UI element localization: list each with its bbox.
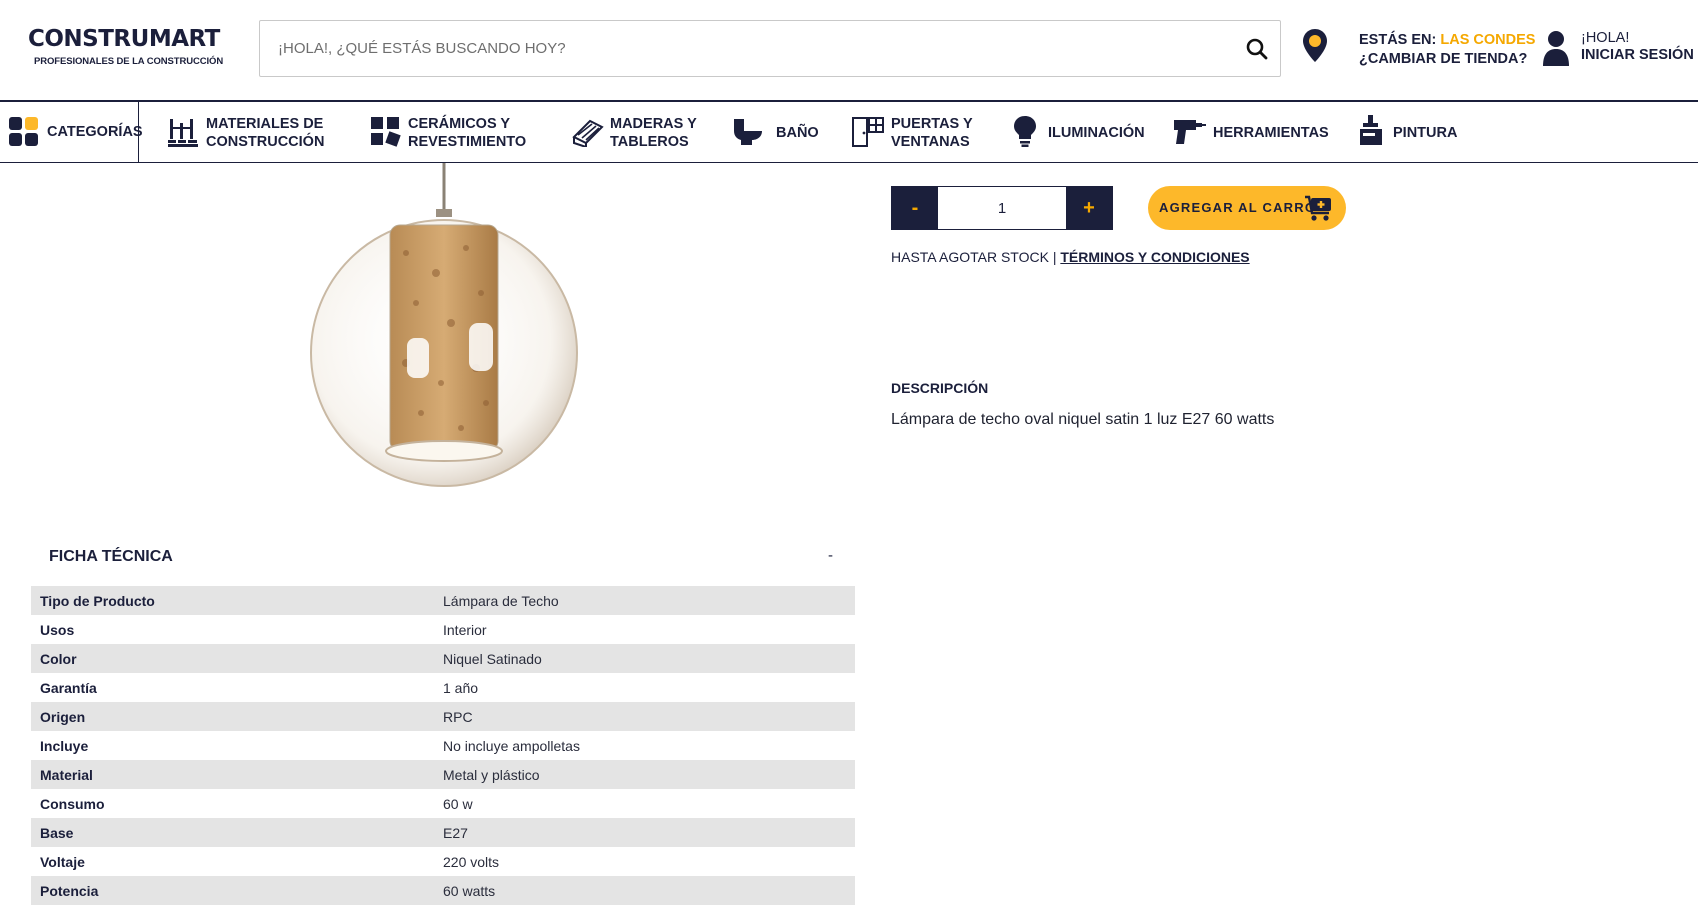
categories-label: CATEGORÍAS — [47, 124, 143, 140]
search-input[interactable] — [278, 21, 1218, 76]
toilet-icon — [734, 119, 762, 145]
spec-value: 220 volts — [443, 854, 500, 870]
spec-key: Voltaje — [40, 854, 85, 870]
table-row: Potencia 60 watts — [31, 876, 855, 905]
logo-tagline: PROFESIONALES DE LA CONSTRUCCIÓN — [34, 56, 224, 67]
description-text: Lámpara de techo oval niquel satin 1 luz… — [891, 411, 1275, 428]
quantity-increase-button[interactable]: + — [1066, 187, 1112, 229]
table-row: Consumo 60 w — [31, 789, 855, 818]
spec-value: 60 watts — [443, 883, 496, 899]
table-row: Origen RPC — [31, 702, 855, 731]
spec-key: Garantía — [40, 680, 97, 696]
spec-key: Material — [40, 767, 93, 783]
search-icon — [1246, 38, 1268, 60]
nav-item-puertas[interactable]: PUERTAS Y VENTANAS — [852, 102, 982, 163]
spec-key: Consumo — [40, 796, 105, 812]
bulb-icon — [1014, 116, 1036, 147]
spec-key: Color — [40, 651, 77, 667]
user-text[interactable]: ¡HOLA! INICIAR SESIÓN — [1581, 30, 1694, 64]
spec-value: RPC — [443, 709, 473, 725]
spec-value: No incluye ampolletas — [443, 738, 580, 754]
spec-key: Usos — [40, 622, 75, 638]
specs-collapse-toggle[interactable]: - — [828, 547, 833, 564]
nav-label: PUERTAS Y VENTANAS — [891, 116, 973, 150]
table-row: Tipo de Producto Lámpara de Techo — [31, 586, 855, 615]
categories-menu-button[interactable]: CATEGORÍAS — [0, 102, 143, 163]
spec-value: 60 w — [443, 796, 473, 812]
search-button[interactable] — [1244, 36, 1270, 62]
search-bar — [259, 20, 1281, 77]
paint-bucket-icon — [1360, 115, 1382, 145]
quantity-decrease-button[interactable]: - — [892, 187, 938, 229]
description-title: DESCRIPCIÓN — [891, 380, 989, 396]
user-account[interactable]: ¡HOLA! INICIAR SESIÓN — [1542, 28, 1698, 72]
spec-key: Tipo de Producto — [40, 593, 155, 609]
table-row: Voltaje 220 volts — [31, 847, 855, 876]
category-nav: CATEGORÍAS MATERIALES DE CONSTRUCCIÓN CER… — [0, 100, 1698, 163]
table-row: Base E27 — [31, 818, 855, 847]
spec-key: Origen — [40, 709, 86, 725]
spec-value: Interior — [443, 622, 487, 638]
product-image[interactable] — [106, 163, 756, 503]
specs-table: Tipo de Producto Lámpara de Techo Usos I… — [31, 586, 855, 905]
login-link[interactable]: INICIAR SESIÓN — [1581, 47, 1694, 63]
table-row: Garantía 1 año — [31, 673, 855, 702]
logo-wordmark: CONSTRUMART — [28, 26, 220, 52]
drill-icon — [1174, 120, 1206, 144]
nav-item-iluminacion[interactable]: ILUMINACIÓN — [1012, 102, 1147, 163]
user-greeting: ¡HOLA! — [1581, 30, 1630, 46]
nav-item-herramientas[interactable]: HERRAMIENTAS — [1172, 102, 1332, 163]
spec-key: Potencia — [40, 883, 99, 899]
nav-item-ceramicos[interactable]: CERÁMICOS Y REVESTIMIENTO — [371, 102, 541, 163]
spec-value: Metal y plástico — [443, 767, 540, 783]
store-prefix: ESTÁS EN: — [1359, 32, 1441, 48]
specs-title: FICHA TÉCNICA — [49, 548, 173, 565]
change-store-link[interactable]: ¿CAMBIAR DE TIENDA? — [1359, 50, 1535, 69]
nav-item-materiales[interactable]: MATERIALES DE CONSTRUCCIÓN — [168, 102, 338, 163]
pendant-lamp-image — [310, 163, 578, 487]
nav-label: MATERIALES DE CONSTRUCCIÓN — [206, 116, 325, 150]
categories-grid-icon — [9, 117, 38, 146]
spec-key: Base — [40, 825, 74, 841]
add-to-cart-label: AGREGAR AL CARRO — [1159, 200, 1317, 215]
nav-item-pintura[interactable]: PINTURA — [1358, 102, 1468, 163]
stock-text: HASTA AGOTAR STOCK | — [891, 249, 1061, 265]
table-row: Incluye No incluye ampolletas — [31, 731, 855, 760]
bricks-icon — [168, 119, 198, 147]
wood-icon — [572, 119, 604, 147]
table-row: Usos Interior — [31, 615, 855, 644]
nav-label: CERÁMICOS Y REVESTIMIENTO — [408, 116, 527, 150]
add-to-cart-button[interactable]: AGREGAR AL CARRO — [1148, 186, 1346, 230]
nav-label: ILUMINACIÓN — [1048, 125, 1145, 141]
site-header: CONSTRUMART PROFESIONALES DE LA CONSTRUC… — [0, 0, 1698, 101]
store-selector[interactable]: ESTÁS EN: LAS CONDES ¿CAMBIAR DE TIENDA? — [1302, 26, 1535, 72]
store-name: LAS CONDES — [1440, 32, 1536, 48]
spec-value: 1 año — [443, 680, 479, 696]
nav-item-maderas[interactable]: MADERAS Y TABLEROS — [572, 102, 722, 163]
user-icon — [1543, 31, 1569, 66]
construmart-logo[interactable]: CONSTRUMART PROFESIONALES DE LA CONSTRUC… — [28, 26, 224, 72]
spec-value: E27 — [443, 825, 468, 841]
cart-add-icon — [1305, 195, 1331, 221]
nav-label: HERRAMIENTAS — [1213, 125, 1329, 141]
table-row: Material Metal y plástico — [31, 760, 855, 789]
store-info[interactable]: ESTÁS EN: LAS CONDES ¿CAMBIAR DE TIENDA? — [1359, 31, 1535, 69]
spec-value: Lámpara de Techo — [443, 593, 559, 609]
nav-label: PINTURA — [1393, 125, 1458, 141]
spec-key: Incluye — [40, 738, 89, 754]
tiles-icon — [371, 117, 401, 147]
nav-item-bano[interactable]: BAÑO — [733, 102, 833, 163]
terms-link[interactable]: TÉRMINOS Y CONDICIONES — [1060, 249, 1249, 265]
quantity-stepper: - + — [891, 186, 1113, 230]
nav-label: MADERAS Y TABLEROS — [610, 116, 697, 150]
quantity-input[interactable] — [938, 187, 1066, 229]
stock-note: HASTA AGOTAR STOCK | TÉRMINOS Y CONDICIO… — [891, 249, 1250, 265]
table-row: Color Niquel Satinado — [31, 644, 855, 673]
spec-value: Niquel Satinado — [443, 651, 542, 667]
location-pin-icon — [1303, 29, 1327, 62]
door-icon — [852, 117, 884, 147]
nav-label: BAÑO — [776, 125, 819, 141]
